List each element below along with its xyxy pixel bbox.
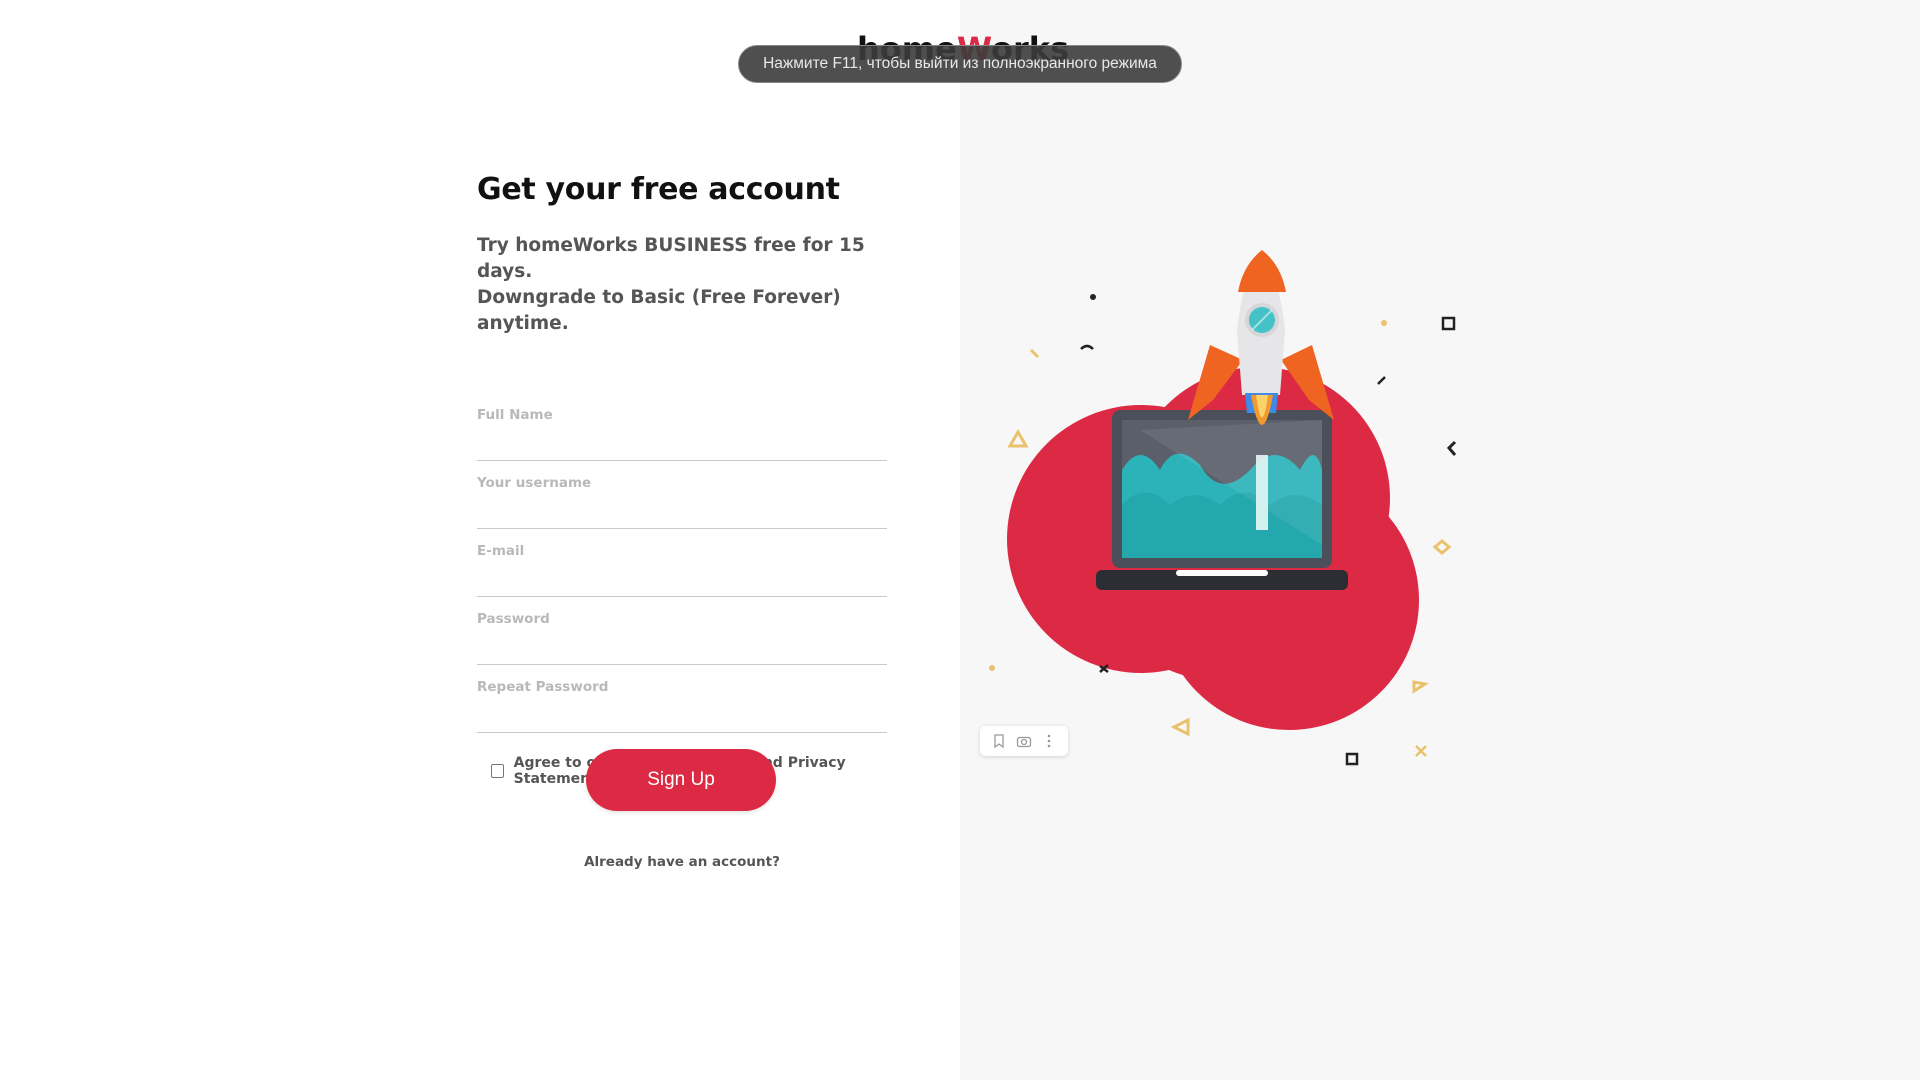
full-name-input[interactable] — [477, 407, 887, 423]
page-subtitle: Try homeWorks BUSINESS free for 15 days.… — [477, 233, 887, 337]
form-fields — [477, 393, 887, 733]
laptop-icon — [1096, 410, 1348, 590]
terms-checkbox[interactable] — [491, 764, 504, 778]
mini-toolbar — [980, 726, 1068, 756]
login-link[interactable]: Already have an account? — [477, 854, 887, 870]
camera-icon[interactable] — [1015, 732, 1033, 750]
password-field — [477, 597, 887, 665]
rocket-launch-illustration — [989, 250, 1457, 766]
email-input[interactable] — [477, 543, 887, 559]
username-input[interactable] — [477, 475, 887, 491]
signup-form: Get your free account Try homeWorks BUSI… — [477, 172, 887, 870]
full-name-field — [477, 393, 887, 461]
subtitle-line: Downgrade to Basic (Free Forever) anytim… — [477, 287, 841, 334]
password-input[interactable] — [477, 611, 887, 627]
page-title: Get your free account — [477, 172, 840, 207]
repeat-password-input[interactable] — [477, 679, 887, 695]
username-field — [477, 461, 887, 529]
sign-up-button[interactable]: Sign Up — [586, 749, 776, 811]
email-field — [477, 529, 887, 597]
bookmark-icon[interactable] — [990, 732, 1008, 750]
more-icon[interactable] — [1040, 732, 1058, 750]
subtitle-line: Try homeWorks BUSINESS free for 15 days. — [477, 235, 865, 282]
repeat-password-field — [477, 665, 887, 733]
